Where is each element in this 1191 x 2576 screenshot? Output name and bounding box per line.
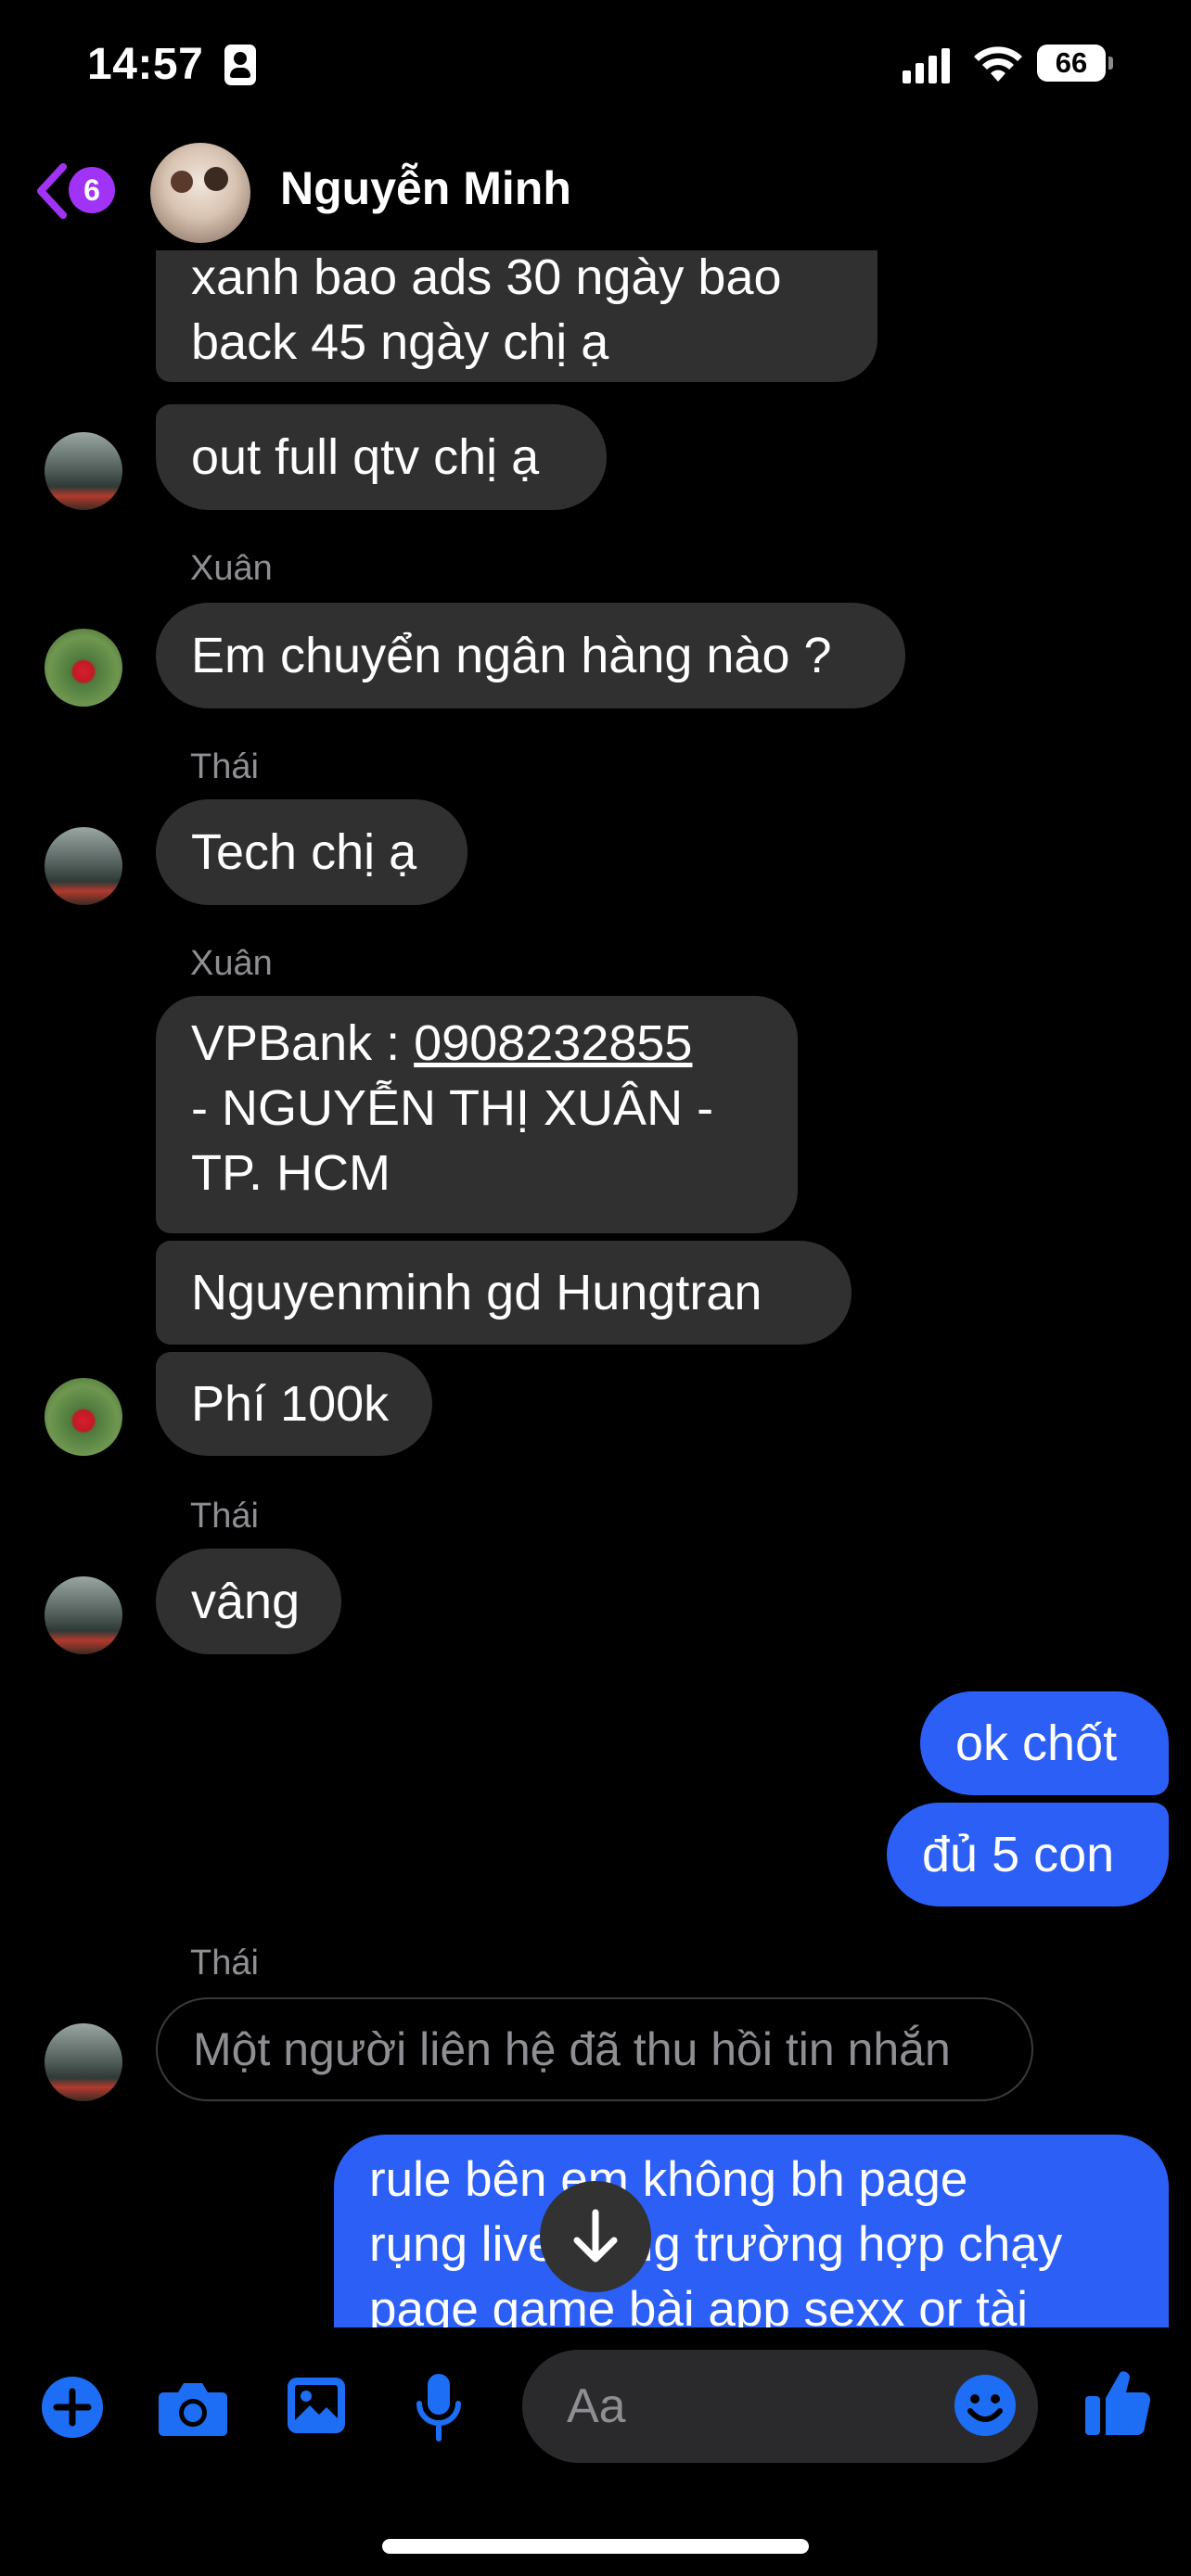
message-bubble[interactable]: out full qtv chị ạ xyxy=(156,404,607,510)
avatar-xuan[interactable] xyxy=(45,1378,122,1456)
photo-gallery-icon[interactable] xyxy=(286,2376,347,2435)
arrow-down-icon xyxy=(573,2209,618,2263)
message-bubble[interactable]: Em chuyển ngân hàng nào ? xyxy=(156,603,905,708)
camera-icon[interactable] xyxy=(158,2379,228,2437)
message-bubble-bank[interactable]: VPBank : 0908232855 - NGUYỄN THỊ XUÂN - … xyxy=(156,996,798,1233)
message-composer xyxy=(0,2327,1191,2494)
avatar-thai[interactable] xyxy=(45,432,122,510)
sender-name: Xuân xyxy=(190,944,273,983)
status-bar: 14:57 66 xyxy=(0,0,1191,139)
contact-name[interactable]: Nguyễn Minh xyxy=(280,161,571,215)
message-text: - NGUYỄN THỊ XUÂN - TP. HCM xyxy=(191,1080,714,1201)
avatar-thai[interactable] xyxy=(45,827,122,905)
unread-badge: 6 xyxy=(69,167,115,213)
message-bubble[interactable]: Tech chị ạ xyxy=(156,799,467,905)
contact-card-icon xyxy=(224,45,256,85)
cellular-signal-icon xyxy=(903,46,951,83)
sender-name: Thái xyxy=(190,1944,259,1983)
microphone-icon[interactable] xyxy=(416,2372,462,2442)
message-bubble[interactable]: vâng xyxy=(156,1549,341,1654)
scroll-to-bottom-button[interactable] xyxy=(540,2181,651,2292)
emoji-icon[interactable] xyxy=(954,2374,1017,2437)
message-text: VPBank : xyxy=(191,1015,415,1071)
back-button[interactable]: 6 xyxy=(35,159,128,224)
home-indicator xyxy=(382,2539,809,2554)
message-bubble[interactable]: Phí 100k xyxy=(156,1352,432,1456)
thumbs-up-icon[interactable] xyxy=(1083,2366,1152,2437)
avatar-xuan[interactable] xyxy=(45,629,122,707)
battery-icon: 66 xyxy=(1037,45,1113,82)
plus-icon[interactable] xyxy=(41,2376,104,2439)
chevron-left-icon xyxy=(37,163,67,219)
avatar-thai[interactable] xyxy=(45,2023,122,2101)
outgoing-message-bubble[interactable]: ok chốt xyxy=(920,1691,1169,1795)
sender-name: Thái xyxy=(190,747,259,786)
chat-header: 6 Nguyễn Minh xyxy=(0,139,1191,250)
sender-name: Thái xyxy=(190,1497,259,1536)
message-bubble[interactable]: Nguyenminh gd Hungtran xyxy=(156,1241,852,1345)
wifi-icon xyxy=(974,46,1022,82)
phone-number-link[interactable]: 0908232855 xyxy=(414,1015,692,1071)
message-bubble[interactable]: xanh bao ads 30 ngày bao back 45 ngày ch… xyxy=(156,250,877,382)
message-list[interactable]: xanh bao ads 30 ngày bao back 45 ngày ch… xyxy=(0,250,1191,2327)
status-time: 14:57 xyxy=(87,40,204,89)
avatar-thai[interactable] xyxy=(45,1576,122,1654)
outgoing-message-bubble[interactable]: rule bên em không bh page rụng live tron… xyxy=(334,2135,1169,2327)
recalled-message: Một người liên hệ đã thu hồi tin nhắn xyxy=(156,1997,1033,2101)
contact-avatar[interactable] xyxy=(150,143,250,243)
sender-name: Xuân xyxy=(190,549,273,588)
outgoing-message-bubble[interactable]: đủ 5 con xyxy=(887,1803,1169,1906)
